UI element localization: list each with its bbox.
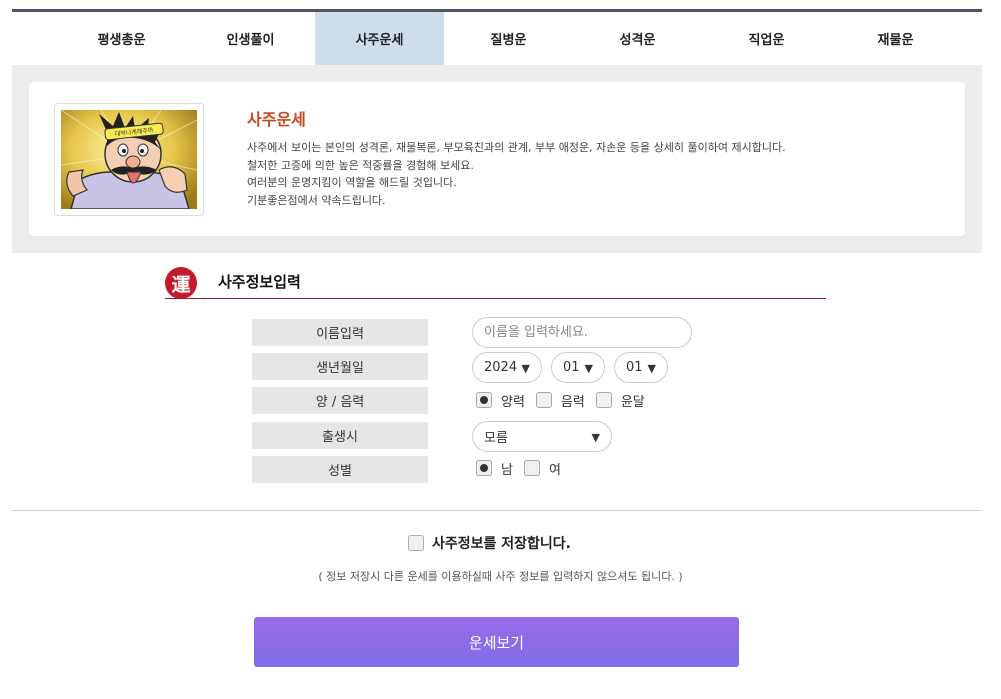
lunar-label: 음력 — [560, 394, 585, 410]
fortune-teller-illustration: 대박나게해주마 — [60, 109, 198, 210]
save-saju-label: 사주정보를 저장합니다. — [432, 536, 571, 552]
chevron-down-icon: ▼ — [584, 362, 593, 375]
intro-line: 여러분의 운명지킴이 역할을 해드릴 것입니다. — [247, 176, 457, 189]
male-label: 남 — [501, 462, 513, 478]
intro-card: 대박나게해주마 사주운세 사주에서 보이는 본인의 성격론, 재물복론, 부모육… — [29, 82, 965, 236]
intro-band: 대박나게해주마 사주운세 사주에서 보이는 본인의 성격론, 재물복론, 부모육… — [12, 65, 982, 253]
chevron-down-icon: ▼ — [521, 362, 530, 375]
tab-life-reading[interactable]: 인생풀이 — [186, 12, 315, 65]
female-radio[interactable] — [523, 460, 540, 476]
birth-time-label: 출생시 — [252, 422, 428, 449]
birth-month-select[interactable]: 01 ▼ — [551, 352, 605, 383]
tab-wealth-fortune[interactable]: 재물운 — [831, 12, 960, 65]
birth-month-value: 01 — [563, 360, 580, 375]
intro-line: 사주에서 보이는 본인의 성격론, 재물복론, 부모육친과의 관계, 부부 애정… — [247, 141, 786, 154]
tab-label: 성격운 — [619, 33, 656, 48]
female-label: 여 — [548, 462, 561, 478]
tab-personality-fortune[interactable]: 성격운 — [573, 12, 702, 65]
gender-options: 남 여 — [476, 458, 572, 478]
birth-year-select[interactable]: 2024 ▼ — [472, 352, 542, 383]
solar-label: 양력 — [501, 394, 525, 410]
tab-saju-fortune[interactable]: 사주운세 — [315, 12, 444, 65]
intro-description: 사주에서 보이는 본인의 성격론, 재물복론, 부모육친과의 관계, 부부 애정… — [247, 139, 786, 209]
male-radio[interactable] — [476, 460, 492, 476]
chevron-down-icon: ▼ — [647, 362, 656, 375]
tab-label: 평생총운 — [97, 33, 146, 48]
birth-time-select[interactable]: 모름 ▼ — [472, 421, 612, 452]
tab-label: 질병운 — [490, 33, 527, 48]
birth-date-label: 생년월일 — [252, 353, 428, 380]
birth-day-select[interactable]: 01 ▼ — [614, 352, 668, 383]
chevron-down-icon: ▼ — [591, 431, 600, 444]
leap-month-radio[interactable] — [595, 392, 612, 408]
tab-label: 직업운 — [748, 33, 785, 48]
birth-day-value: 01 — [626, 360, 643, 375]
fortune-seal-icon: 運 — [165, 267, 197, 299]
leap-month-label: 윤달 — [620, 394, 645, 410]
solar-radio[interactable] — [476, 392, 492, 408]
name-input[interactable] — [472, 317, 692, 348]
save-saju-checkbox[interactable] — [408, 535, 424, 551]
tab-health-fortune[interactable]: 질병운 — [444, 12, 573, 65]
tab-label: 사주운세 — [355, 33, 404, 48]
save-note: ( 정보 저장시 다른 운세를 이용하실때 사주 정보를 입력하지 않으셔도 됩… — [318, 570, 683, 583]
section-title: 사주정보입력 — [218, 273, 301, 291]
calendar-type-label: 양 / 음력 — [252, 387, 428, 414]
fortune-teller-thumbnail: 대박나게해주마 — [54, 103, 204, 216]
tab-label: 인생풀이 — [226, 33, 275, 48]
tab-label: 재물운 — [877, 33, 914, 48]
lunar-radio[interactable] — [535, 392, 552, 408]
save-saju-row: 사주정보를 저장합니다. — [408, 534, 571, 552]
intro-line: 기분좋은점에서 약속드립니다. — [247, 193, 386, 207]
birth-time-value: 모름 — [484, 431, 508, 446]
birth-year-value: 2024 — [484, 360, 518, 375]
gender-label: 성별 — [252, 456, 428, 483]
divider — [12, 510, 982, 511]
intro-line: 철저한 고증에 의한 높은 적중률을 경험해 보세요. — [247, 158, 474, 172]
tab-career-fortune[interactable]: 직업운 — [702, 12, 831, 65]
intro-title: 사주운세 — [247, 110, 306, 129]
section-header: 運 사주정보입력 — [165, 267, 826, 299]
calendar-type-options: 양력 음력 윤달 — [476, 390, 656, 410]
tab-lifetime-fortune[interactable]: 평생총운 — [57, 12, 186, 65]
name-label: 이름입력 — [252, 319, 428, 346]
view-fortune-button[interactable]: 운세보기 — [254, 617, 739, 667]
fortune-tab-bar: 평생총운 인생풀이 사주운세 질병운 성격운 직업운 재물운 — [12, 9, 982, 65]
